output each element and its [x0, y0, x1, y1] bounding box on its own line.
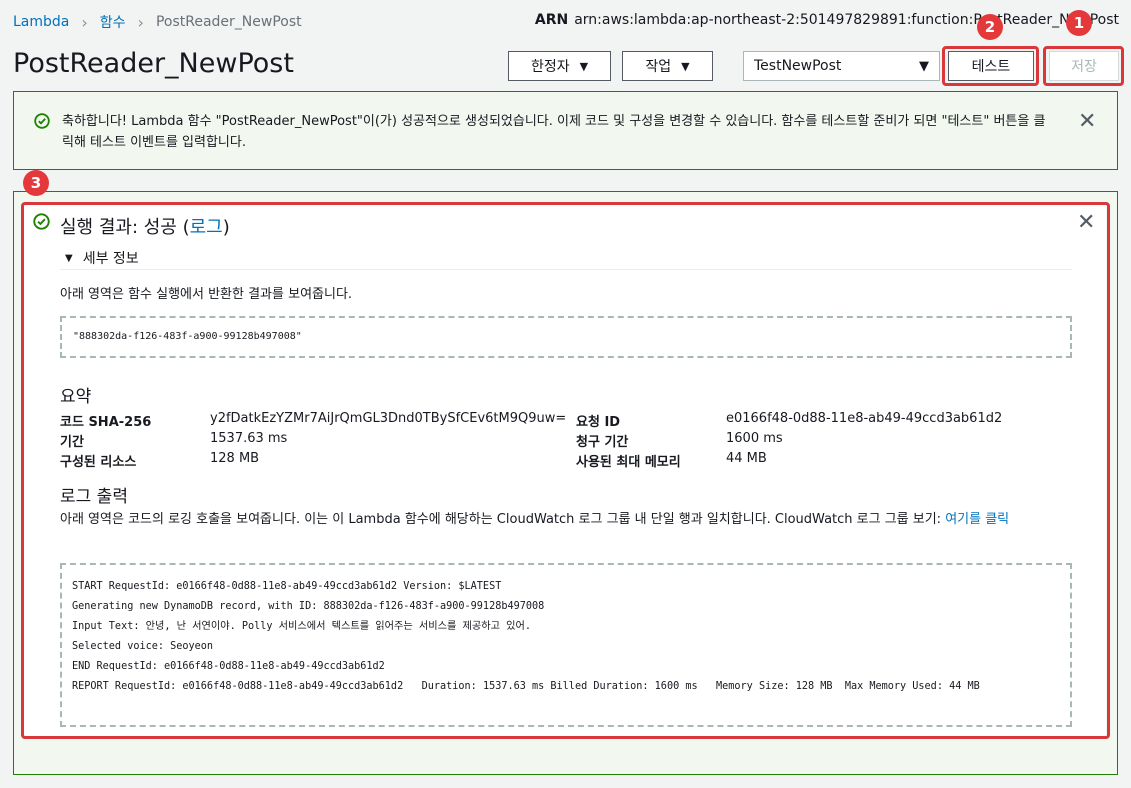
- cloudwatch-link[interactable]: 여기를 클릭: [945, 512, 1009, 527]
- caret-down-icon: ▼: [65, 252, 73, 264]
- request-id-label: 요청 ID: [576, 415, 621, 430]
- request-id-value: e0166f48-0d88-11e8-ab49-49ccd3ab61d2: [726, 411, 1003, 426]
- close-icon[interactable]: ✕: [1078, 111, 1096, 133]
- log-line: Generating new DynamoDB record, with ID:…: [72, 601, 545, 612]
- actions-label: 작업: [645, 59, 672, 75]
- log-output-title: 로그 출력: [60, 487, 128, 507]
- arn-value: arn:aws:lambda:ap-northeast-2:5014978298…: [574, 12, 1119, 28]
- breadcrumb: Lambda › 함수 › PostReader_NewPost: [13, 12, 302, 32]
- details-toggle[interactable]: ▼ 세부 정보: [65, 248, 139, 268]
- resources-label: 구성된 리소스: [60, 455, 137, 470]
- return-value-box: "888302da-f126-483f-a900-99128b497008": [60, 316, 1072, 358]
- log-link[interactable]: 로그: [190, 217, 223, 238]
- success-flash: 축하합니다! Lambda 함수 "PostReader_NewPost"이(가…: [13, 91, 1118, 170]
- log-output-box: START RequestId: e0166f48-0d88-11e8-ab49…: [60, 563, 1072, 727]
- chevron-right-icon: ›: [81, 12, 88, 32]
- save-button[interactable]: 저장: [1049, 51, 1119, 81]
- actions-dropdown[interactable]: 작업 ▼: [622, 51, 713, 81]
- close-icon[interactable]: ✕: [1077, 212, 1095, 234]
- annotation-badge-1: 1: [1066, 10, 1092, 36]
- breadcrumb-current: PostReader_NewPost: [155, 14, 302, 30]
- log-line: REPORT RequestId: e0166f48-0d88-11e8-ab4…: [72, 681, 980, 692]
- log-description-text: 아래 영역은 코드의 로깅 호출을 보여줍니다. 이는 이 Lambda 함수에…: [60, 512, 946, 527]
- divider: [60, 269, 1072, 270]
- test-button[interactable]: 테스트: [948, 51, 1034, 81]
- result-title: 실행 결과: 성공 (로그): [60, 213, 230, 239]
- arn-label: ARN: [534, 12, 569, 28]
- log-line: Selected voice: Seoyeon: [72, 641, 214, 652]
- result-title-suffix: ): [222, 217, 230, 238]
- breadcrumb-functions[interactable]: 함수: [100, 12, 126, 32]
- return-value: "888302da-f126-483f-a900-99128b497008": [73, 331, 302, 342]
- test-event-value: TestNewPost: [754, 58, 842, 74]
- code-sha-label: 코드 SHA-256: [60, 415, 152, 430]
- log-line: END RequestId: e0166f48-0d88-11e8-ab49-4…: [72, 661, 385, 672]
- duration-label: 기간: [60, 435, 84, 450]
- check-circle-icon: [33, 213, 50, 230]
- log-line: Input Text: 안녕, 난 서연이야. Polly 서비스에서 텍스트를…: [72, 621, 532, 632]
- log-description: 아래 영역은 코드의 로깅 호출을 보여줍니다. 이는 이 Lambda 함수에…: [60, 510, 1075, 530]
- return-description: 아래 영역은 함수 실행에서 반환한 결과를 보여줍니다.: [60, 287, 353, 302]
- annotation-badge-2: 2: [977, 14, 1003, 40]
- details-label: 세부 정보: [82, 251, 139, 267]
- qualifier-label: 한정자: [530, 59, 570, 75]
- caret-down-icon: ▼: [919, 58, 929, 74]
- resources-value: 128 MB: [210, 451, 260, 466]
- page-title: PostReader_NewPost: [13, 48, 294, 79]
- check-circle-icon: [34, 113, 50, 129]
- result-title-text: 실행 결과: 성공 (: [60, 217, 190, 238]
- summary-title: 요약: [60, 387, 92, 407]
- billed-duration-value: 1600 ms: [726, 431, 783, 446]
- breadcrumb-lambda[interactable]: Lambda: [13, 14, 69, 30]
- test-event-select[interactable]: TestNewPost ▼: [743, 51, 940, 81]
- arn-display: ARN arn:aws:lambda:ap-northeast-2:5014978…: [535, 12, 1119, 28]
- max-memory-label: 사용된 최대 메모리: [576, 455, 681, 470]
- billed-duration-label: 청구 기간: [576, 435, 629, 450]
- max-memory-value: 44 MB: [726, 451, 767, 466]
- flash-message: 축하합니다! Lambda 함수 "PostReader_NewPost"이(가…: [62, 114, 1046, 150]
- chevron-right-icon: ›: [137, 12, 144, 32]
- caret-down-icon: ▼: [579, 59, 589, 73]
- qualifier-dropdown[interactable]: 한정자 ▼: [508, 51, 611, 81]
- caret-down-icon: ▼: [681, 59, 690, 73]
- annotation-badge-3: 3: [23, 170, 49, 196]
- log-line: START RequestId: e0166f48-0d88-11e8-ab49…: [72, 581, 502, 592]
- code-sha-value: y2fDatkEzYZMr7AiJrQmGL3Dnd0TBySfCEv6tM9Q…: [210, 411, 567, 426]
- duration-value: 1537.63 ms: [210, 431, 288, 446]
